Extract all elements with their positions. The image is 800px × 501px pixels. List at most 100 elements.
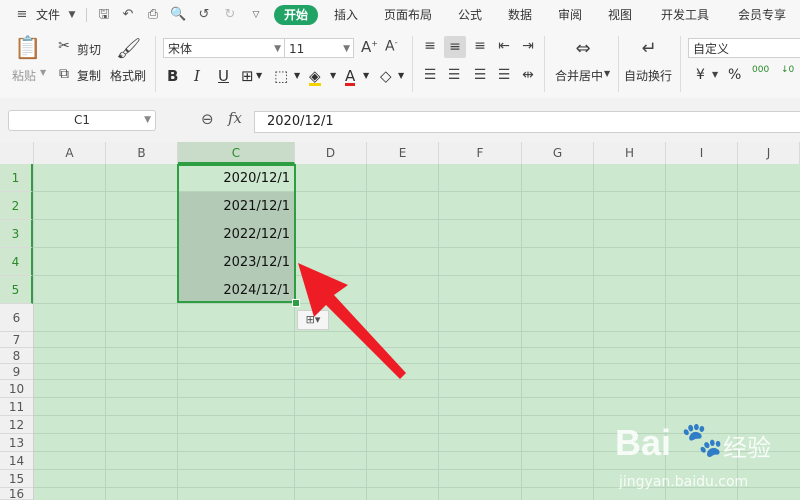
column-header-f[interactable]: F: [439, 142, 522, 164]
font-size-select[interactable]: 11 ▼: [284, 38, 354, 58]
redo-icon[interactable]: ↻: [222, 7, 238, 23]
distributed-icon[interactable]: ⇹: [518, 67, 538, 83]
underline-icon[interactable]: U: [218, 66, 229, 86]
increase-indent-icon[interactable]: ⇥: [518, 38, 538, 54]
chevron-down-icon[interactable]: ▼: [294, 66, 300, 86]
tab-developer[interactable]: 开发工具: [661, 6, 709, 23]
format-painter-button[interactable]: 格式刷: [110, 67, 146, 84]
decimal-button[interactable]: 000: [752, 65, 769, 75]
row-header-9[interactable]: 9: [0, 364, 33, 380]
row-header-7[interactable]: 7: [0, 332, 33, 348]
column-header-g[interactable]: G: [522, 142, 594, 164]
file-menu[interactable]: 文件: [36, 6, 60, 23]
decrease-font-icon[interactable]: A-: [385, 38, 397, 55]
tab-insert[interactable]: 插入: [334, 6, 358, 23]
row-header-11[interactable]: 11: [0, 398, 33, 416]
print-icon[interactable]: ⎙: [145, 7, 161, 23]
row-header-5[interactable]: 5: [0, 276, 33, 304]
wrap-text-button[interactable]: 自动换行: [624, 67, 672, 84]
row-header-2[interactable]: 2: [0, 192, 33, 220]
merge-center-button[interactable]: 合并居中: [555, 67, 603, 84]
row-header-15[interactable]: 15: [0, 470, 33, 488]
font-color-icon[interactable]: A: [345, 66, 356, 86]
scissors-icon[interactable]: ✂: [56, 38, 72, 54]
paste-button[interactable]: 粘贴: [12, 67, 36, 84]
percent-button[interactable]: %: [728, 67, 741, 83]
undo-history-icon[interactable]: ↶: [120, 7, 136, 23]
cut-button[interactable]: 剪切: [77, 41, 101, 58]
quick-access-more-icon[interactable]: ▽: [248, 7, 264, 23]
decimal-decrease-button[interactable]: ↓0: [781, 65, 794, 75]
paste-dropdown-icon[interactable]: ▼: [40, 68, 46, 77]
currency-button[interactable]: ¥: [696, 67, 705, 83]
row-header-16[interactable]: 16: [0, 488, 33, 500]
copy-button[interactable]: 复制: [77, 67, 101, 84]
column-header-h[interactable]: H: [594, 142, 666, 164]
chevron-down-icon[interactable]: ▼: [256, 66, 262, 86]
hamburger-menu-icon[interactable]: ≡: [14, 7, 30, 23]
tab-member[interactable]: 会员专享: [738, 6, 786, 23]
align-top-icon[interactable]: ≡: [420, 38, 440, 54]
row-header-8[interactable]: 8: [0, 348, 33, 364]
print-preview-icon[interactable]: 🔍: [170, 7, 186, 23]
borders-icon[interactable]: ⊞: [241, 66, 254, 86]
chevron-down-icon[interactable]: ▼: [712, 70, 718, 79]
column-header-d[interactable]: D: [295, 142, 367, 164]
column-header-c[interactable]: C: [178, 142, 295, 164]
row-header-13[interactable]: 13: [0, 434, 33, 452]
wrap-text-icon[interactable]: ↵: [636, 38, 662, 59]
row-header-6[interactable]: 6: [0, 304, 33, 332]
column-header-i[interactable]: I: [666, 142, 738, 164]
fx-icon[interactable]: fx: [228, 109, 242, 127]
chevron-down-icon[interactable]: ▼: [64, 7, 80, 23]
row-header-3[interactable]: 3: [0, 220, 33, 248]
decrease-indent-icon[interactable]: ⇤: [494, 38, 514, 54]
number-format-select[interactable]: 自定义: [688, 38, 800, 58]
align-right-icon[interactable]: ☰: [470, 67, 490, 83]
clear-format-icon[interactable]: ◇: [380, 66, 392, 86]
italic-icon[interactable]: I: [194, 66, 200, 86]
zoom-search-icon[interactable]: ⊖: [201, 110, 214, 128]
bold-icon[interactable]: B: [167, 66, 178, 86]
column-header-j[interactable]: J: [738, 142, 800, 164]
align-bottom-icon[interactable]: ≡: [470, 38, 490, 54]
column-header-b[interactable]: B: [106, 142, 178, 164]
increase-font-icon[interactable]: A+: [361, 38, 378, 56]
align-center-icon[interactable]: ☰: [444, 67, 464, 83]
format-painter-icon[interactable]: 🖌: [116, 36, 141, 60]
merge-center-icon[interactable]: ⇔: [568, 38, 598, 59]
select-all-corner[interactable]: [0, 142, 34, 164]
baidu-watermark: Bai 🐾 经验 jingyan.baidu.com: [615, 412, 800, 500]
tab-page-layout[interactable]: 页面布局: [384, 6, 432, 23]
paste-icon[interactable]: 📋: [14, 36, 41, 62]
justify-icon[interactable]: ☰: [494, 67, 514, 83]
column-header-a[interactable]: A: [34, 142, 106, 164]
row-header-1[interactable]: 1: [0, 164, 33, 192]
chevron-down-icon[interactable]: ▼: [363, 66, 369, 86]
copy-icon[interactable]: ⧉: [56, 66, 72, 82]
align-middle-icon[interactable]: ≡: [444, 36, 466, 58]
tab-home[interactable]: 开始: [274, 5, 318, 25]
tab-view[interactable]: 视图: [608, 6, 632, 23]
tab-formulas[interactable]: 公式: [458, 6, 482, 23]
align-left-icon[interactable]: ☰: [420, 67, 440, 83]
row-header-10[interactable]: 10: [0, 380, 33, 398]
undo-icon[interactable]: ↺: [196, 7, 212, 23]
name-box[interactable]: C1 ▼: [8, 110, 156, 131]
row-header-4[interactable]: 4: [0, 248, 33, 276]
row-header-14[interactable]: 14: [0, 452, 33, 470]
row-header-12[interactable]: 12: [0, 416, 33, 434]
chevron-down-icon[interactable]: ▼: [398, 66, 404, 86]
font-name-select[interactable]: 宋体 ▼: [163, 38, 285, 58]
chevron-down-icon[interactable]: ▼: [604, 69, 610, 78]
tab-data[interactable]: 数据: [508, 6, 532, 23]
cell-style-icon[interactable]: ⬚: [274, 66, 288, 86]
save-icon[interactable]: 🖫: [96, 7, 112, 23]
tab-review[interactable]: 审阅: [558, 6, 582, 23]
column-header-e[interactable]: E: [367, 142, 439, 164]
grid-line: [593, 164, 594, 500]
grid-line: [34, 397, 800, 398]
formula-input[interactable]: 2020/12/1: [254, 111, 800, 133]
fill-color-icon[interactable]: ◈: [309, 66, 321, 86]
chevron-down-icon[interactable]: ▼: [330, 66, 336, 86]
